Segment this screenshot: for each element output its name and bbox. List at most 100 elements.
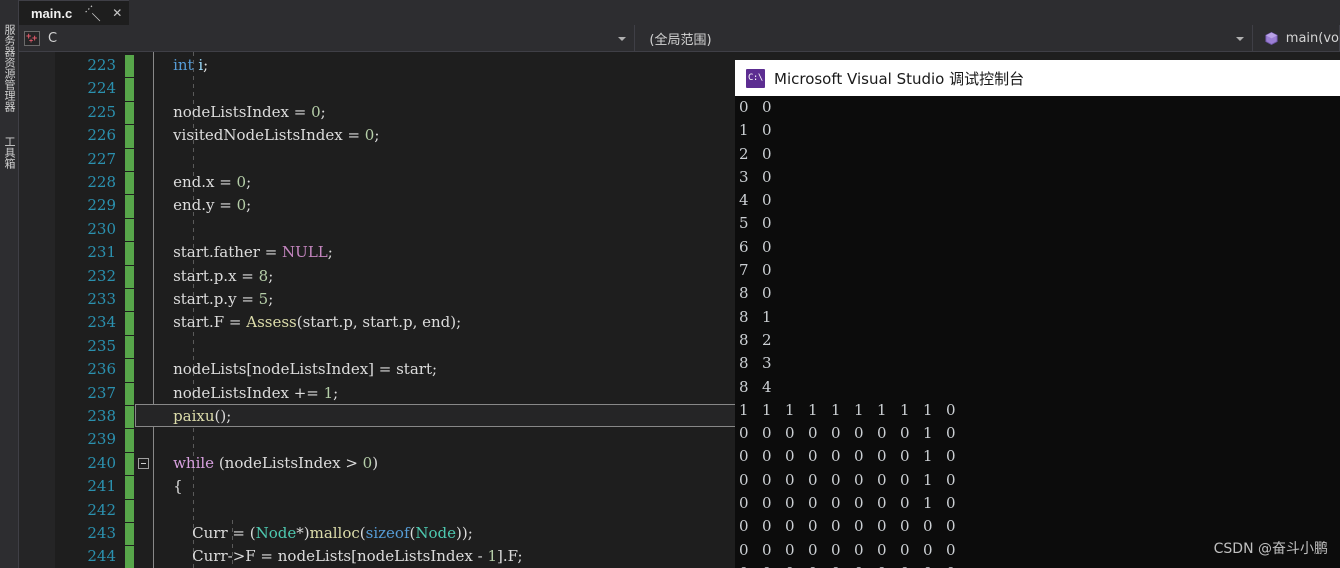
code-token: 0	[311, 102, 321, 121]
change-bar-segment	[125, 264, 134, 288]
chevron-down-icon[interactable]	[1235, 36, 1244, 41]
console-matrix-cell: 0	[854, 447, 864, 466]
console-matrix-cell: 1	[831, 400, 841, 419]
code-token: ));	[456, 524, 473, 542]
console-matrix-cell: 0	[831, 494, 841, 513]
console-matrix-cell: 0	[739, 562, 762, 568]
line-number-row: 236	[55, 358, 124, 381]
code-token: ;	[268, 290, 274, 308]
console-matrix-cell: 0	[808, 447, 818, 466]
scope-dropdown[interactable]: (全局范围)	[635, 25, 1253, 52]
console-matrix-cell: 1	[923, 424, 933, 443]
collapse-toggle-icon[interactable]	[138, 457, 149, 469]
console-matrix-cell: 0	[831, 447, 841, 466]
console-matrix-cell: 0	[739, 494, 749, 513]
line-number: 242	[87, 500, 116, 519]
console-value: 0	[739, 98, 749, 116]
console-matrix-cell: 0	[739, 540, 749, 559]
function-dropdown[interactable]: main(vo	[1253, 25, 1340, 52]
code-token: Curr = (	[154, 524, 256, 542]
console-matrix-row: 0000000000	[739, 515, 1340, 538]
line-number-row: 223	[55, 54, 124, 77]
console-line: 84	[739, 376, 1340, 399]
line-number: 230	[87, 219, 116, 238]
line-number: 243	[87, 524, 116, 542]
console-line: 10	[739, 119, 1340, 142]
pin-icon[interactable]: ⋮—	[81, 1, 105, 25]
change-bar-segment	[125, 147, 134, 171]
sidebar-item-toolbox[interactable]: 工具箱	[0, 136, 19, 186]
console-matrix-cell: 0	[877, 517, 887, 536]
code-line-text: int i;	[154, 54, 208, 77]
console-matrix-cell: 0	[762, 562, 785, 568]
code-token: {	[154, 477, 183, 496]
console-matrix-cell: 0	[762, 470, 772, 489]
change-bar-segment	[125, 77, 134, 101]
console-matrix-cell: 1	[739, 400, 749, 419]
line-number-row: 234	[55, 311, 124, 334]
code-token: ;	[246, 196, 252, 215]
code-token: 5	[258, 290, 269, 308]
code-token: ;	[203, 56, 209, 74]
change-bar-segment	[125, 522, 134, 546]
console-matrix-cell: 0	[762, 517, 772, 536]
indicator-margin[interactable]	[135, 52, 154, 568]
line-number: 239	[87, 430, 116, 449]
console-matrix-row: 0000000010	[739, 445, 1340, 468]
line-number-row: 244	[55, 545, 124, 568]
cpp-file-icon: + + +	[24, 31, 40, 46]
console-matrix-cell: 1	[900, 400, 910, 419]
console-value: 4	[739, 191, 749, 210]
code-token: ;	[333, 383, 339, 402]
document-tab-main-c[interactable]: main.c ⋮— ✕	[19, 0, 130, 25]
console-matrix-cell: 0	[854, 424, 864, 443]
line-number-row: 238	[55, 405, 124, 428]
line-number: 232	[87, 266, 116, 285]
console-value: 8	[739, 330, 749, 349]
code-token: 1	[487, 547, 498, 566]
console-matrix-cell: 1	[854, 400, 864, 419]
console-matrix-row: 0000000000	[739, 562, 1340, 568]
console-matrix-cell: 0	[785, 517, 795, 536]
method-cube-icon	[1264, 31, 1279, 46]
console-matrix-cell: 0	[900, 447, 910, 466]
code-token: ;	[246, 173, 252, 191]
change-bar-segment	[125, 288, 134, 312]
code-line-text: Curr = (Node*)malloc(sizeof(Node));	[154, 522, 473, 545]
code-line-text: paixu();	[154, 405, 231, 428]
code-token: ;	[320, 102, 326, 121]
console-matrix-cell: 0	[877, 494, 887, 513]
console-title-bar: Microsoft Visual Studio 调试控制台	[735, 60, 1340, 96]
console-matrix-cell: 0	[785, 470, 795, 489]
code-line-text: start.p.y = 5;	[154, 288, 273, 311]
code-line-text: nodeListsIndex = 0;	[154, 101, 326, 124]
console-matrix-cell: 0	[900, 540, 910, 559]
change-bar-segment	[125, 405, 134, 429]
sidebar-item-server-explorer[interactable]: 服务器资源管理器	[0, 24, 19, 124]
console-matrix-cell: 0	[900, 424, 910, 443]
console-matrix-cell: 1	[877, 400, 887, 419]
code-token: NULL	[282, 243, 328, 262]
console-matrix-cell: 0	[854, 540, 864, 559]
code-token: Assess	[246, 313, 297, 332]
debug-console-window[interactable]: Microsoft Visual Studio 调试控制台 0010203040…	[735, 60, 1340, 568]
line-number: 240	[87, 453, 116, 472]
console-matrix-cell: 0	[946, 562, 969, 568]
chevron-down-icon[interactable]	[618, 36, 627, 41]
code-line-text: end.y = 0;	[154, 194, 251, 217]
console-line: 20	[739, 143, 1340, 166]
project-dropdown[interactable]: + + + C	[19, 25, 636, 52]
console-value: 5	[739, 214, 749, 233]
code-token: int	[173, 56, 194, 74]
console-matrix-cell: 0	[854, 517, 864, 536]
close-icon[interactable]: ✕	[112, 7, 122, 19]
code-token: ;	[327, 243, 333, 262]
console-line: 60	[739, 236, 1340, 259]
console-line: 83	[739, 352, 1340, 375]
console-value: 6	[739, 237, 749, 256]
console-matrix-cell: 0	[946, 424, 956, 443]
console-matrix-row: 0000000010	[739, 469, 1340, 492]
code-token: malloc	[309, 524, 360, 542]
console-value: 0	[762, 144, 772, 163]
console-line: 30	[739, 166, 1340, 189]
